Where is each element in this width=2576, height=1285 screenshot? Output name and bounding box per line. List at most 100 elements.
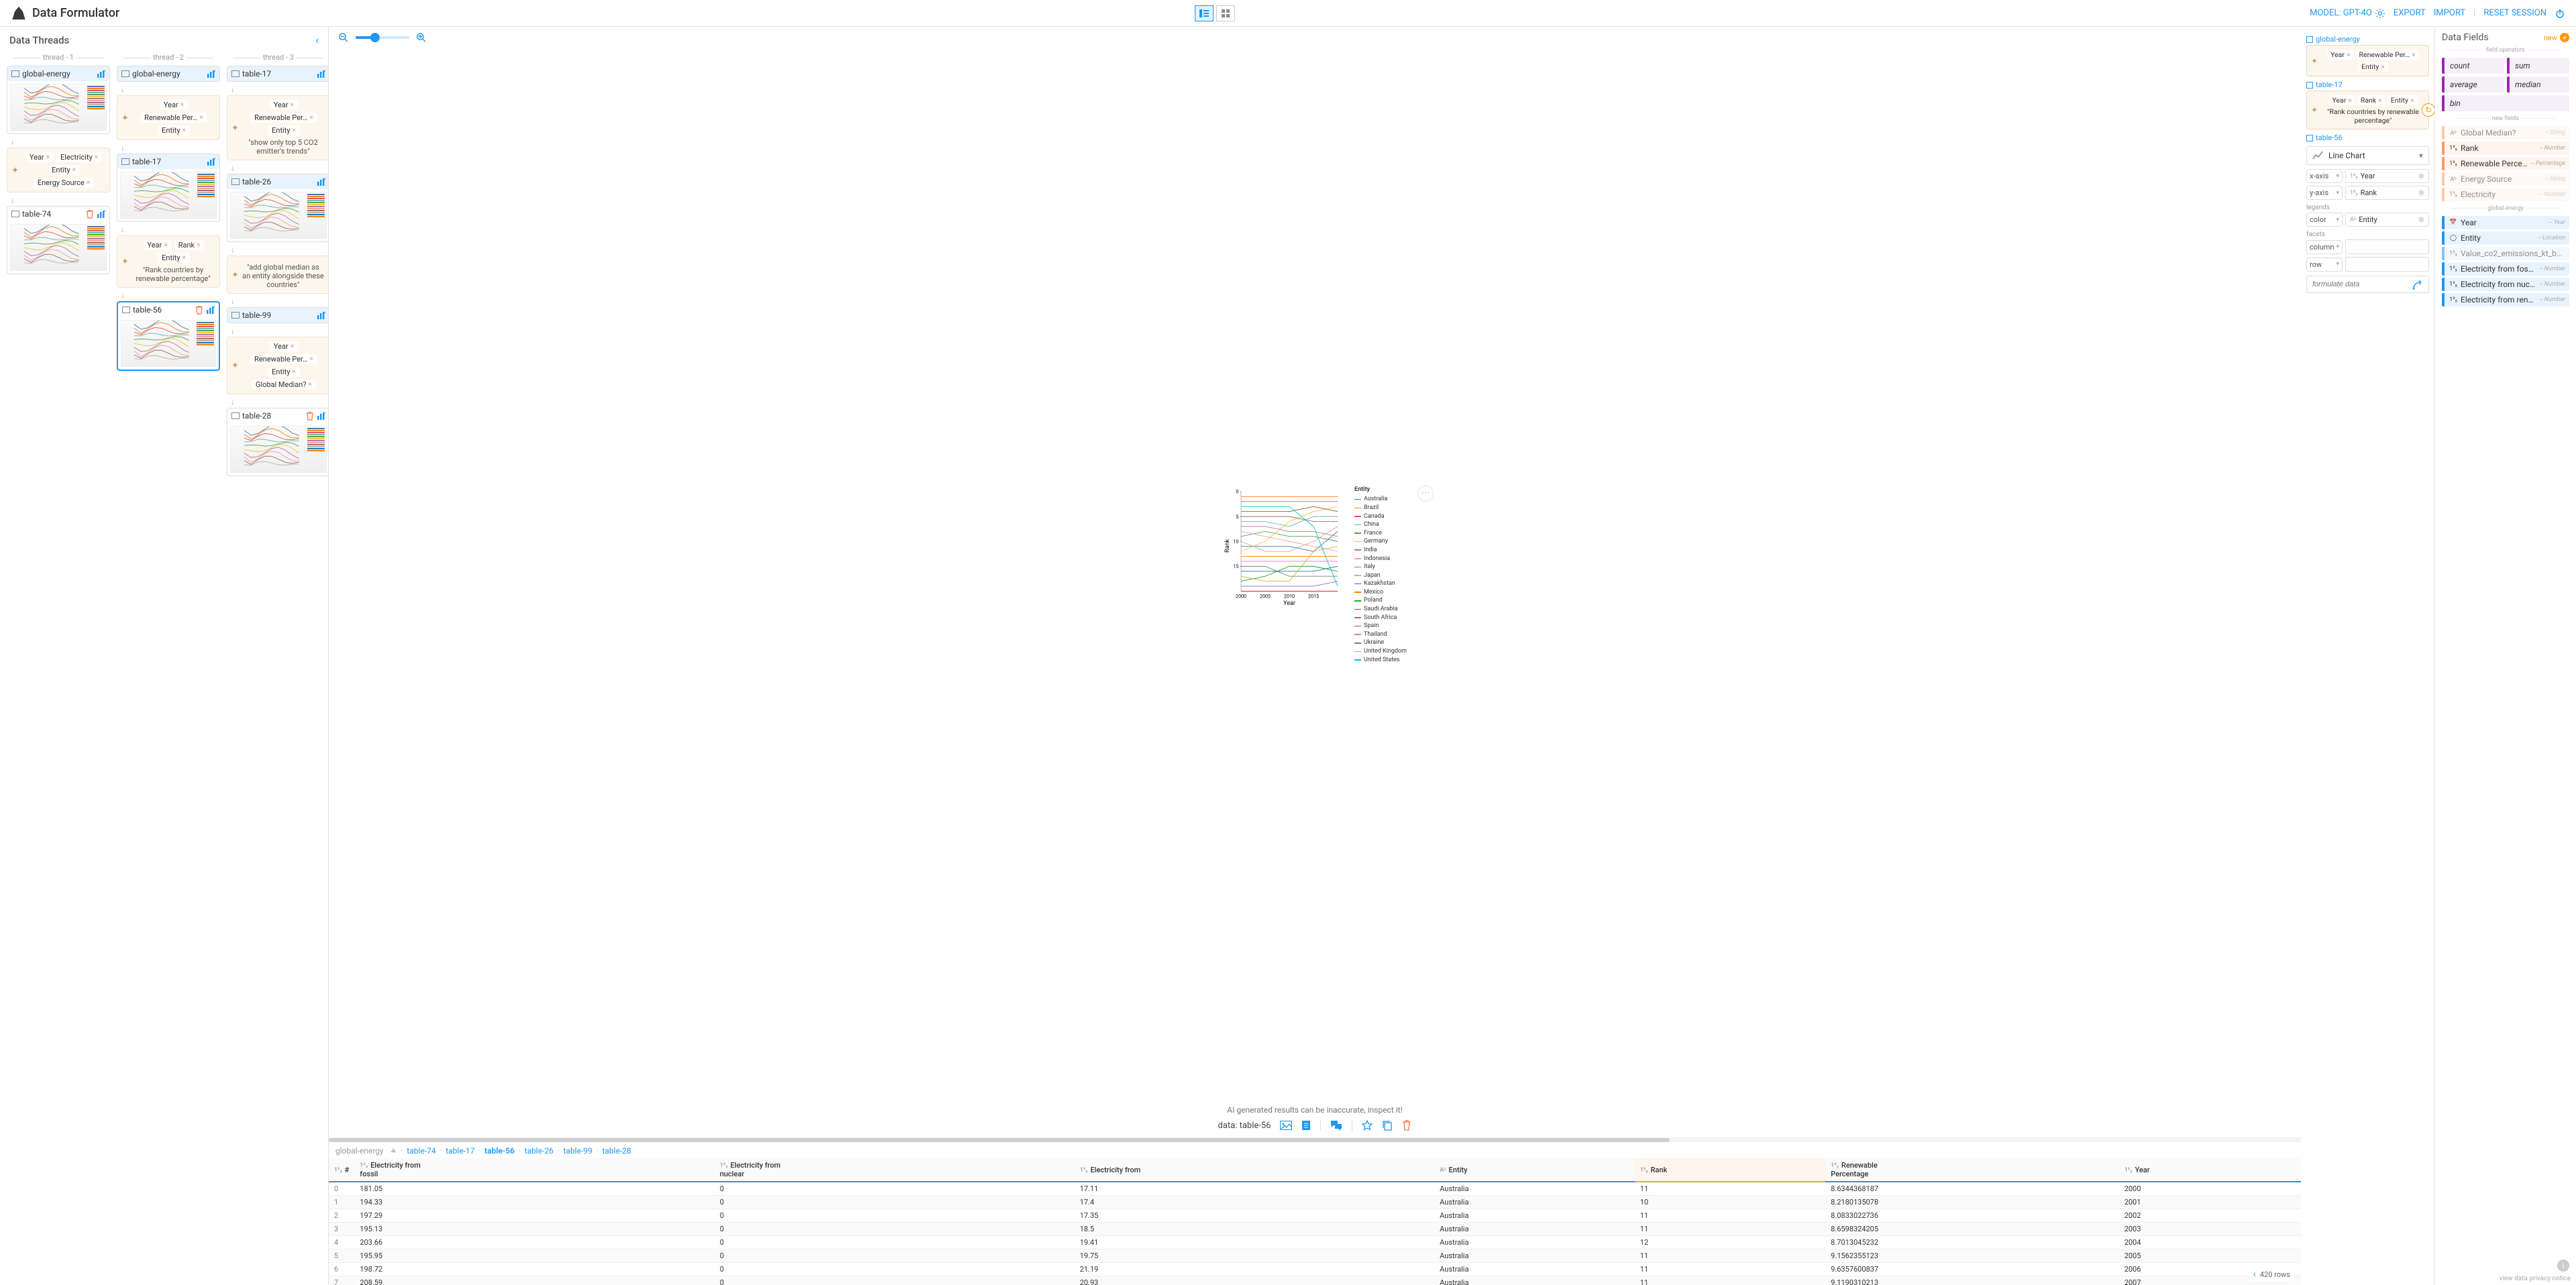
field-pill[interactable]: AᵇGlobal Median?-- String [2442, 126, 2569, 139]
encoding-chip[interactable]: Renewable Per… × [250, 113, 317, 123]
anchor-link[interactable]: global-energy [2306, 35, 2429, 44]
zoom-slider[interactable] [356, 36, 409, 39]
clear-y-button[interactable]: ⊗ [2418, 188, 2424, 197]
prompt-node[interactable]: ✦Year ×Rank ×Entity ×"Rank countries by … [117, 235, 220, 288]
import-button[interactable]: IMPORT [2434, 8, 2465, 18]
encoding-chip[interactable]: Entity × [48, 165, 80, 175]
encoding-chip[interactable]: Year × [270, 341, 298, 351]
encoding-chip[interactable]: Year × [144, 240, 172, 250]
create-chart-button[interactable]: + [207, 70, 215, 78]
table-node[interactable]: table-26+ [227, 174, 328, 242]
x-axis-encoding[interactable]: x-axis▾ 1²₃Year⊗ [2306, 169, 2429, 183]
table-row[interactable]: 7208.59020.93Australia119.11903102132007 [329, 1276, 2301, 1285]
table-node[interactable]: table-17+ [117, 154, 220, 222]
anchor-link[interactable]: table-17 [2306, 80, 2429, 89]
column-header[interactable]: 1²₃Electricity fromfossil [354, 1158, 714, 1182]
encoding-chip[interactable]: Entity × [268, 125, 300, 135]
encoding-chip[interactable]: Entity × [2387, 95, 2418, 105]
encoding-chip[interactable]: Rank × [2357, 95, 2385, 105]
grid-view-toggle[interactable] [1216, 5, 1235, 21]
clear-color-button[interactable]: ⊗ [2418, 215, 2424, 224]
refresh-button[interactable]: ↻ [2422, 103, 2435, 117]
encoding-chip[interactable]: Renewable Per… × [2356, 50, 2419, 60]
create-chart-button[interactable]: + [97, 210, 105, 219]
remove-chip-button[interactable]: × [182, 254, 186, 262]
field-pill[interactable]: 1²₃Electricity from nuclear (T…-- Number [2442, 278, 2569, 291]
prompt-node[interactable]: ✦Year ×Renewable Per… ×Entity ×"show onl… [227, 95, 328, 160]
field-pill[interactable]: 1²₃Value_co2_emissions_kt_by… [2442, 247, 2569, 260]
remove-chip-button[interactable]: × [199, 114, 203, 121]
field-pill[interactable]: 📅Year-- Year [2442, 216, 2569, 229]
table-tab[interactable]: table-28 [602, 1146, 631, 1156]
table-tab[interactable]: global-energy [335, 1146, 384, 1156]
model-selector[interactable]: MODEL: GPT-4O [2310, 8, 2385, 19]
table-row[interactable]: 5195.95019.75Australia119.15623551232005 [329, 1249, 2301, 1263]
chat-button[interactable] [1330, 1120, 1342, 1131]
reset-session-button[interactable]: RESET SESSION [2483, 8, 2546, 18]
encoding-chip[interactable]: Rank × [174, 240, 205, 250]
encoding-chip[interactable]: Entity × [2358, 62, 2388, 72]
table-collapse-button[interactable]: ‹ [2253, 1269, 2256, 1280]
column-header[interactable]: 1²₃RenewablePercentage [1825, 1158, 2119, 1182]
column-header[interactable]: 1²₃Electricity from [1075, 1158, 1435, 1182]
field-operator[interactable]: bin [2442, 95, 2569, 111]
remove-chip-button[interactable]: × [292, 127, 296, 134]
field-pill[interactable]: 1²₃Rank-- Number [2442, 142, 2569, 155]
prompt-node[interactable]: ✦Year ×Renewable Per… ×Entity × [117, 95, 220, 140]
field-operator[interactable]: count [2442, 58, 2504, 74]
zoom-in-button[interactable] [416, 32, 427, 43]
field-pill[interactable]: ◯Entity-- Location [2442, 231, 2569, 245]
formulate-input[interactable] [2312, 280, 2412, 288]
remove-chip-button[interactable]: × [182, 127, 186, 134]
column-header[interactable]: 1²₃# [329, 1158, 354, 1182]
remove-chip-button[interactable]: × [309, 114, 313, 121]
prompt-node[interactable]: ✦"add global median as an entity alongsi… [227, 256, 328, 294]
privacy-link[interactable]: view data privacy notice [2500, 1275, 2571, 1282]
create-chart-button[interactable]: + [317, 178, 325, 186]
table-node[interactable]: global-energy+ [7, 66, 110, 134]
encoding-chip[interactable]: Entity × [268, 367, 300, 377]
remove-chip-button[interactable]: × [290, 101, 294, 109]
encoding-chip[interactable]: Energy Source × [34, 178, 94, 188]
new-field-button[interactable]: new+ [2544, 33, 2569, 42]
encoding-chip[interactable]: Electricity × [56, 152, 102, 162]
field-operator[interactable]: average [2442, 76, 2504, 93]
info-button[interactable]: i [2557, 1260, 2569, 1272]
encoding-chip[interactable]: Renewable Per… × [140, 113, 207, 123]
clear-x-button[interactable]: ⊗ [2418, 172, 2424, 180]
remove-chip-button[interactable]: × [309, 355, 313, 363]
create-chart-button[interactable]: + [97, 70, 105, 78]
table-node[interactable]: table-28+ [227, 408, 328, 476]
table-node[interactable]: table-74+ [7, 206, 110, 274]
table-row[interactable]: 6198.72021.19Australia119.63576008372006 [329, 1263, 2301, 1276]
encoding-chip[interactable]: Year × [2327, 50, 2353, 60]
delete-node-button[interactable] [86, 210, 94, 219]
table-row[interactable]: 4203.66019.41Australia128.70130452322004 [329, 1236, 2301, 1249]
table-tab[interactable]: table-99 [564, 1146, 592, 1156]
field-operator[interactable]: median [2507, 76, 2569, 93]
column-header[interactable]: 1²₃Electricity fromnuclear [714, 1158, 1075, 1182]
create-chart-button[interactable]: + [207, 158, 215, 166]
delete-chart-button[interactable] [1402, 1120, 1411, 1131]
encoding-chip[interactable]: Entity × [158, 253, 190, 263]
table-node[interactable]: global-energy+ [117, 66, 220, 82]
horizontal-scrollbar[interactable] [329, 1138, 2301, 1142]
remove-chip-button[interactable]: × [180, 101, 184, 109]
encoding-chip[interactable]: Year × [160, 100, 188, 110]
field-pill[interactable]: 1²₃Electricity-- Number [2442, 188, 2569, 201]
create-chart-button[interactable]: + [317, 70, 325, 78]
remove-chip-button[interactable]: × [309, 381, 312, 388]
field-pill[interactable]: 1²₃Electricity from fossil fuels (…-- Nu… [2442, 262, 2569, 276]
encoding-chip[interactable]: Entity × [158, 125, 190, 135]
field-pill[interactable]: 1²₃Renewable Percentage-- Percentage [2442, 157, 2569, 170]
remove-chip-button[interactable]: × [164, 241, 167, 249]
export-button[interactable]: EXPORT [2394, 8, 2426, 18]
prompt-node[interactable]: ✦Year ×Electricity ×Entity ×Energy Sourc… [7, 148, 110, 192]
create-chart-button[interactable]: + [317, 311, 325, 320]
chart-more-button[interactable]: ⋯ [1417, 486, 1434, 502]
table-tab[interactable]: table-56 [484, 1146, 515, 1156]
prompt-node[interactable]: ✦Year ×Renewable Per… ×Entity ×Global Me… [227, 337, 328, 394]
color-encoding[interactable]: color▾ AᵇEntity⊗ [2306, 213, 2429, 227]
remove-chip-button[interactable]: × [46, 154, 50, 161]
copy-button[interactable] [1382, 1120, 1393, 1131]
